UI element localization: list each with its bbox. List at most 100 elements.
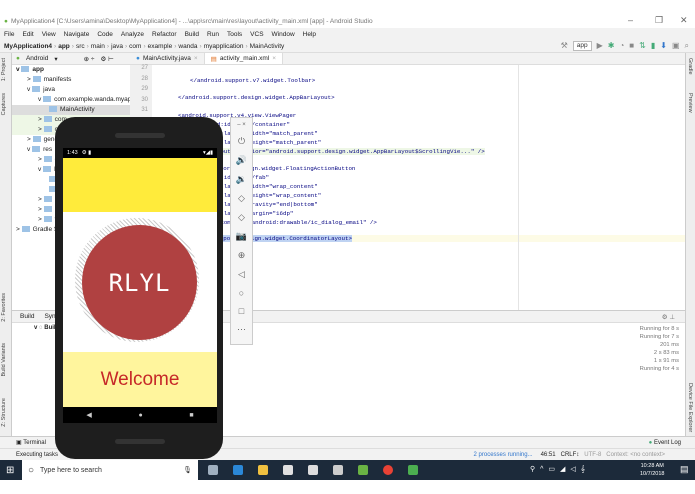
task-view-icon[interactable] [208, 465, 218, 475]
line-separator[interactable]: CRLF↕ [561, 452, 580, 458]
debug-icon[interactable]: ✱ [608, 41, 615, 51]
breadcrumb-item[interactable]: wanda [178, 43, 197, 50]
encoding[interactable]: UTF-8 [584, 452, 601, 458]
event-log-button[interactable]: ● Event Log [649, 440, 681, 446]
gear-icon[interactable]: ⚙ ⊢ [100, 55, 113, 63]
menu-navigate[interactable]: Navigate [64, 31, 90, 38]
close-icon[interactable]: × [272, 55, 276, 62]
home-icon[interactable]: ● [138, 412, 142, 419]
menu-refactor[interactable]: Refactor [152, 31, 177, 38]
right-strip-tab[interactable]: Device File Explorer [687, 383, 693, 432]
close-button[interactable]: ✕ [680, 15, 688, 26]
breadcrumb-item[interactable]: main [91, 43, 105, 50]
windows-start-icon[interactable]: ⊞ [6, 465, 14, 476]
chrome-icon[interactable] [383, 465, 393, 475]
separator: › [125, 42, 128, 50]
close-icon[interactable]: × [194, 55, 198, 62]
tray-icons[interactable]: ⚲^▭◢◁𝄞 [530, 465, 590, 474]
tab-build[interactable]: Build [20, 313, 34, 320]
minimize-close-icon[interactable]: – × [237, 122, 246, 128]
menu-tools[interactable]: Tools [227, 31, 242, 38]
left-strip-tab[interactable]: Build Variants [1, 343, 7, 377]
speaker-grille [115, 439, 165, 444]
menu-vcs[interactable]: VCS [250, 31, 263, 38]
breadcrumb-item[interactable]: java [111, 43, 123, 50]
breadcrumb-item[interactable]: MyApplication4 [4, 43, 52, 50]
caret-position[interactable]: 46:51 [541, 452, 556, 458]
breadcrumb-item[interactable]: com [129, 43, 141, 50]
build-icon[interactable]: ⚒ [561, 41, 568, 51]
android-studio-taskbar-icon[interactable] [358, 465, 368, 475]
back-icon[interactable]: ◁ [238, 269, 245, 280]
file-explorer-icon[interactable] [258, 465, 268, 475]
clock-time[interactable]: 10:28 AM [641, 463, 664, 469]
tree-item[interactable]: > manifests [12, 75, 130, 85]
overview-icon[interactable]: □ [239, 306, 244, 316]
project-view-select[interactable]: Android [26, 55, 48, 62]
edge-icon[interactable] [233, 465, 243, 475]
right-strip-tab[interactable]: Gradle [687, 58, 693, 75]
tree-item[interactable]: v java [12, 85, 130, 95]
breadcrumb-item[interactable]: MainActivity [250, 43, 285, 50]
notifications-icon[interactable]: ▤ [680, 464, 689, 475]
tree-item[interactable]: MainActivity [12, 105, 130, 115]
volume-down-icon[interactable]: 🔉 [236, 174, 247, 185]
menu-run[interactable]: Run [207, 31, 219, 38]
left-strip-tab[interactable]: 2: Favorites [1, 293, 7, 322]
app-icon[interactable] [408, 465, 418, 475]
more-icon[interactable]: ⋯ [237, 324, 246, 335]
mail-icon[interactable] [308, 465, 318, 475]
menu-edit[interactable]: Edit [22, 31, 33, 38]
minimize-button[interactable]: – [628, 15, 633, 25]
store-icon[interactable] [283, 465, 293, 475]
project-structure-icon[interactable]: ▣ [672, 41, 680, 51]
tree-item[interactable]: v app [12, 65, 130, 75]
menu-window[interactable]: Window [272, 31, 295, 38]
volume-up-icon[interactable]: 🔊 [236, 155, 247, 166]
run-config-select[interactable]: app [572, 41, 592, 51]
sync-scroll-icon[interactable]: ⊕ ÷ [84, 55, 95, 63]
breadcrumb-item[interactable]: example [148, 43, 173, 50]
chevron-down-icon[interactable]: ▾ [54, 55, 57, 63]
right-strip-tab[interactable]: Preview [687, 93, 693, 113]
menu-view[interactable]: View [42, 31, 56, 38]
sync-icon[interactable]: ⇅ [639, 41, 646, 51]
left-strip-tab[interactable]: Captures [1, 93, 7, 115]
search-icon[interactable]: ⌕ [685, 41, 689, 51]
stop-icon[interactable]: ■ [629, 41, 634, 51]
maximize-button[interactable]: ❐ [655, 15, 663, 26]
camera-icon[interactable]: 📷 [236, 231, 247, 242]
profile-icon[interactable]: ◔ [619, 41, 624, 51]
menu-analyze[interactable]: Analyze [121, 31, 144, 38]
menu-file[interactable]: File [4, 31, 14, 38]
power-icon[interactable]: ⏻ [238, 136, 245, 147]
tab-mainactivity-java[interactable]: ● MainActivity.java × [130, 53, 205, 64]
terminal-button[interactable]: ▣ Terminal [16, 439, 46, 446]
menu-code[interactable]: Code [97, 31, 113, 38]
left-strip-tab[interactable]: Z: Structure [1, 398, 7, 427]
sdk-manager-icon[interactable]: ⬇ [660, 41, 667, 51]
word-app-icon[interactable] [333, 465, 343, 475]
breadcrumb-item[interactable]: src [76, 43, 85, 50]
home-icon[interactable]: ○ [239, 288, 244, 298]
tab-activity-main-xml[interactable]: ▤ activity_main.xml × [204, 53, 284, 64]
menu-build[interactable]: Build [185, 31, 199, 38]
microphone-icon[interactable]: 🎙 [183, 466, 192, 474]
processes-link[interactable]: 2 processes running... [474, 452, 533, 458]
breadcrumb-item[interactable]: myapplication [204, 43, 244, 50]
emulator-screen[interactable]: 1:43 ⚙ ▮ ▾◢▮ RLYL Welcome ◀ ● ■ [63, 148, 217, 423]
left-strip-tab[interactable]: 1: Project [1, 58, 7, 81]
rotate-left-icon[interactable]: ◇ [238, 193, 245, 204]
taskbar-search[interactable]: ○ Type here to search 🎙 [22, 460, 198, 480]
run-icon[interactable]: ▶ [597, 41, 603, 51]
gear-icon[interactable]: ⚙ ⊥ [662, 313, 675, 321]
menu-help[interactable]: Help [303, 31, 316, 38]
rotate-right-icon[interactable]: ◇ [238, 212, 245, 223]
recents-icon[interactable]: ■ [189, 412, 193, 419]
breadcrumb-item[interactable]: app [58, 43, 70, 50]
avd-manager-icon[interactable]: ▮ [651, 41, 655, 51]
tree-item[interactable]: v com.example.wanda.myapplic [12, 95, 130, 105]
clock-date[interactable]: 10/7/2018 [640, 471, 664, 477]
back-icon[interactable]: ◀ [86, 411, 91, 419]
zoom-icon[interactable]: ⊕ [238, 250, 246, 261]
